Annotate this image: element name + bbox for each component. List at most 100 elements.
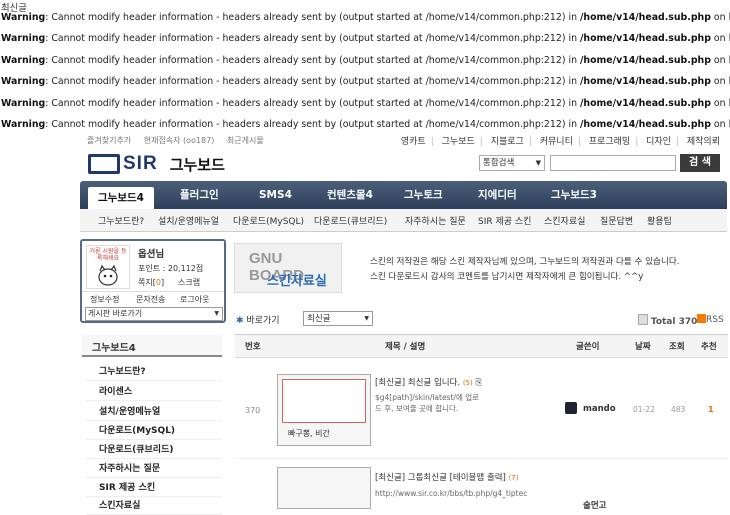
document-icon xyxy=(638,314,648,325)
asterisk-icon: ✱ xyxy=(236,316,244,326)
memo-link[interactable]: 쪽지[0] xyxy=(138,277,164,288)
avatar[interactable]: 거론 시원을 등록해세요 xyxy=(86,245,130,289)
subnav-qna[interactable]: 질문답변 xyxy=(600,214,633,227)
nav-geditor[interactable]: 지에디터 xyxy=(478,181,517,209)
edit-profile-link[interactable]: 정보수정 xyxy=(90,294,119,305)
row-author[interactable]: 술먼고 xyxy=(583,499,606,511)
link-community[interactable]: 커뮤니티 xyxy=(540,137,573,147)
col-author: 글쓴이 xyxy=(576,342,600,352)
row-num: 370 xyxy=(245,406,261,415)
chevron-down-icon: ▼ xyxy=(214,310,219,317)
notice-line: 스킨 다운로드시 감사의 코멘트를 남기시면 제작자에게 큰 힘이됩니다. ^^… xyxy=(370,272,644,282)
warning-line: Warning: Cannot modify header informatio… xyxy=(1,119,730,130)
row-desc: $g4[path]/skin/latest/에 업로드 후, 보여줄 곳에 합니… xyxy=(375,393,480,413)
link-design[interactable]: 디자인 xyxy=(646,137,671,147)
goto-button[interactable]: ✱ 바로가기 xyxy=(236,313,280,326)
sidebar-item-license[interactable]: 라이센스 xyxy=(86,380,222,401)
row-thumbnail[interactable] xyxy=(277,467,371,509)
site-logo[interactable]: SIR 그누보드 xyxy=(88,152,225,176)
send-sms-link[interactable]: 문자전송 xyxy=(136,294,165,305)
user-points[interactable]: 포인트 : 20,112점 xyxy=(138,263,203,274)
nav-sms4[interactable]: SMS4 xyxy=(259,181,292,209)
cat-icon xyxy=(98,264,118,286)
thumbnail-caption: 빠구뽕, 비간 xyxy=(288,429,330,438)
scrap-link[interactable]: 스크랩 xyxy=(178,277,200,288)
sidebar-item-skin-archive[interactable]: 스킨자료실 xyxy=(86,494,222,515)
author-avatar-icon xyxy=(565,402,577,414)
skin-archive-banner: GNU BOARD 스킨자료실 xyxy=(234,243,342,293)
sidebar-item-about[interactable]: 그누보드란? xyxy=(86,360,222,381)
col-title: 제목 / 설명 xyxy=(385,342,426,352)
link-recent-posts[interactable]: 최근게시물 xyxy=(227,136,264,145)
sidebar-item-download-mysql[interactable]: 다운로드(MySQL) xyxy=(86,419,222,440)
row-author[interactable]: mando xyxy=(583,404,616,414)
nav-contentsmall4[interactable]: 컨텐츠몰4 xyxy=(327,181,373,209)
row-thumbnail[interactable]: 빠구뽕, 비간 xyxy=(277,374,371,446)
table-row: 370 빠구뽕, 비간 [최신글] 최신글 입니다. (5) ⎘ $g4[pat… xyxy=(235,358,728,459)
total-count: Total 370 xyxy=(638,314,697,327)
search-scope-select[interactable]: 통합검색 ▼ xyxy=(479,155,545,171)
top-left-links: 즐겨찾기추가 현재접속자 (oo187) 최근게시물 xyxy=(87,135,274,146)
col-date: 날짜 xyxy=(635,342,651,352)
sub-nav: 그누보드란? 설치/운영메뉴얼 다운로드(MySQL) 다운로드(큐브리드) 자… xyxy=(80,209,727,232)
category-select[interactable]: 최신글 ▼ xyxy=(303,311,373,326)
logout-link[interactable]: 로그아웃 xyxy=(180,294,209,305)
logo-product: 그누보드 xyxy=(169,155,225,174)
sidebar-item-manual[interactable]: 설치/운영메뉴얼 xyxy=(86,400,222,421)
sidebar-header: 그누보드4 xyxy=(82,335,222,357)
col-views: 조회 xyxy=(669,342,685,352)
rss-link[interactable]: RSS xyxy=(697,314,724,325)
link-programming[interactable]: 프로그래밍 xyxy=(589,137,630,147)
subnav-faq[interactable]: 자주하시는 질문 xyxy=(405,214,466,227)
logo-brand: SIR xyxy=(123,153,158,174)
subnav-about[interactable]: 그누보드란? xyxy=(98,214,144,227)
warning-line: Warning: Cannot modify header informatio… xyxy=(1,98,730,109)
link-youngcart[interactable]: 영카트 xyxy=(401,137,426,147)
board-shortcut-select[interactable]: 게시판 바로가기 ▼ xyxy=(85,307,223,321)
nav-plugin[interactable]: 플러그인 xyxy=(180,181,219,209)
login-box: 거론 시원을 등록해세요 옵션님 포인트 : 20,112점 쪽지[0] 스크랩… xyxy=(80,239,226,323)
link-gnuboard[interactable]: 그누보드 xyxy=(442,137,475,147)
rss-icon xyxy=(697,314,706,323)
row-recommend: 1 xyxy=(708,405,714,414)
search-button[interactable]: 검 색 xyxy=(680,154,720,172)
subnav-download-mysql[interactable]: 다운로드(MySQL) xyxy=(233,214,304,227)
row-title-link[interactable]: [최신글] 그룹최신글 [테이블맵 출력] (7) xyxy=(375,471,518,483)
nav-gnuboard4[interactable]: 그누보드4 xyxy=(88,187,154,209)
attachment-icon: ⎘ xyxy=(475,378,483,388)
banner-subtitle: 스킨자료실 xyxy=(267,274,327,289)
main-nav: 그누보드4 플러그인 SMS4 컨텐츠몰4 그누토크 지에디터 그누보드3 xyxy=(80,181,727,209)
link-bookmark[interactable]: 즐겨찾기추가 xyxy=(87,136,131,145)
top-right-links: 영카트 | 그누보드 | 지블로그 | 커뮤니티 | 프로그래밍 | 디자인 | 제작의뢰 xyxy=(400,137,720,147)
warning-line: Warning: Cannot modify header informatio… xyxy=(1,12,730,23)
table-row: [최신글] 그룹최신글 [테이블맵 출력] (7) http://www.sir… xyxy=(235,459,728,511)
row-views: 483 xyxy=(671,405,686,414)
link-gblog[interactable]: 지블로그 xyxy=(491,137,524,147)
subnav-tips[interactable]: 활용팁 xyxy=(647,214,672,227)
table-header: 번호 제목 / 설명 글쓴이 날짜 조회 추천 xyxy=(235,334,728,358)
notice-line: 스킨의 저작권은 해당 스킨 제작자님께 있으며, 그누보드의 저작권과 다를 … xyxy=(370,257,680,267)
warning-line: Warning: Cannot modify header informatio… xyxy=(1,55,730,66)
subnav-manual[interactable]: 설치/운영메뉴얼 xyxy=(158,214,219,227)
subnav-sir-skin[interactable]: SIR 제공 스킨 xyxy=(478,214,531,227)
row-title-link[interactable]: [최신글] 최신글 입니다. (5) ⎘ xyxy=(375,376,482,388)
row-date: 01-22 xyxy=(633,405,655,414)
chevron-down-icon: ▼ xyxy=(535,159,541,167)
sidebar-item-faq[interactable]: 자주하시는 질문 xyxy=(86,457,222,478)
sidebar-item-download-cubrid[interactable]: 다운로드(큐브리드) xyxy=(86,438,222,459)
col-num: 번호 xyxy=(245,342,261,352)
avatar-text: 거론 시원을 등록해세요 xyxy=(89,248,127,262)
user-nickname: 옵션님 xyxy=(138,249,165,260)
chevron-down-icon: ▼ xyxy=(364,315,369,322)
row-desc: http://www.sir.co.kr/bbs/tb.php/g4_tipte… xyxy=(375,489,528,498)
nav-gnutalk[interactable]: 그누토크 xyxy=(404,181,443,209)
nav-gnuboard3[interactable]: 그누보드3 xyxy=(551,181,597,209)
search-input[interactable] xyxy=(550,155,676,171)
warning-line: Warning: Cannot modify header informatio… xyxy=(1,33,730,44)
logo-mark-icon xyxy=(88,154,120,174)
subnav-download-cubrid[interactable]: 다운로드(큐브리드) xyxy=(314,214,387,227)
warning-line: Warning: Cannot modify header informatio… xyxy=(1,76,730,87)
link-current-users[interactable]: 현재접속자 (oo187) xyxy=(144,136,215,145)
subnav-skin-archive[interactable]: 스킨자료실 xyxy=(544,214,585,227)
link-request[interactable]: 제작의뢰 xyxy=(687,137,720,147)
